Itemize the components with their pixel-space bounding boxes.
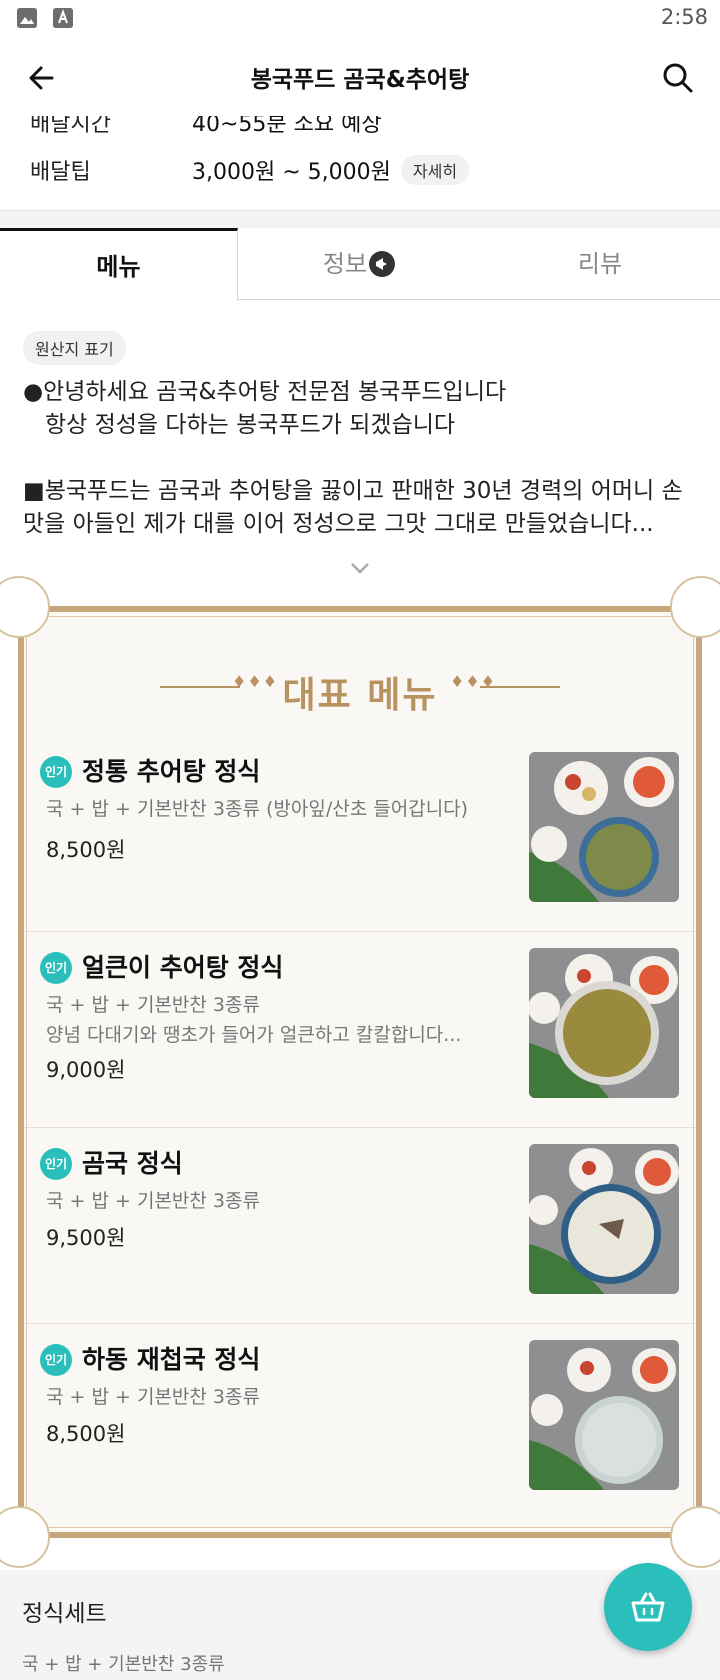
- delivery-tip-detail-button[interactable]: 자세히: [400, 155, 470, 185]
- notice-line: ●안녕하세요 곰국&추어탕 전문점 봉국푸드입니다: [23, 379, 507, 405]
- notice-line: ■봉국푸드는 곰국과 추어탕을 끓이고 판매한 30년 경력의 어머니 손: [23, 478, 683, 504]
- tab-info-label: 정보: [322, 250, 368, 278]
- popular-badge: 인기: [40, 952, 72, 984]
- menu-item-photo[interactable]: [529, 1144, 679, 1294]
- origin-label-button[interactable]: 원산지 표기: [23, 331, 126, 365]
- store-tabs: 메뉴 정보 리뷰: [0, 228, 720, 301]
- menu-item-desc-line: 국 + 밥 + 기본반찬 3종류 (방아잎/산초 들어갑니다): [46, 798, 469, 820]
- menu-item-name: 하동 재첩국 정식: [82, 1345, 261, 1374]
- menu-item-price: 9,000원: [46, 1058, 126, 1082]
- soup-fill: [582, 1403, 656, 1477]
- search-button[interactable]: [658, 58, 698, 98]
- notice-line: 항상 정성을 다하는 봉국푸드가 되겠습니다: [23, 412, 456, 438]
- tab-menu-label: 메뉴: [96, 253, 141, 281]
- store-info: 배달시간 40~55분 소요 예상 배달팁 3,000원 ~ 5,000원 자세히: [0, 116, 720, 210]
- text-a-icon: [53, 8, 73, 28]
- ornament-line: [480, 686, 560, 688]
- menu-item[interactable]: 인기 정통 추어탕 정식 국 + 밥 + 기본반찬 3종류 (방아잎/산초 들어…: [24, 736, 696, 932]
- status-bar: 2:58: [0, 0, 720, 38]
- delivery-tip-value-wrap: 3,000원 ~ 5,000원 자세히: [192, 154, 470, 186]
- set-menu-desc: 국 + 밥 + 기본반찬 3종류: [22, 1654, 225, 1675]
- menu-item-name: 얼큰이 추어탕 정식: [82, 953, 284, 982]
- menu-item-photo[interactable]: [529, 752, 679, 902]
- menu-item[interactable]: 인기 곰국 정식 국 + 밥 + 기본반찬 3종류 9,500원: [24, 1128, 696, 1324]
- diamond-ornament: ♦♦♦: [450, 672, 497, 691]
- menu-item-photo[interactable]: [529, 1340, 679, 1490]
- menu-item-desc: 국 + 밥 + 기본반찬 3종류 양념 다대기와 땡초가 들어가 얼큰하고 칼칼…: [46, 990, 476, 1050]
- notice-line: 맛을 아들인 제가 대를 이어 정성으로 그맛 그대로 만들었습니다...: [23, 511, 654, 537]
- search-icon: [663, 63, 693, 93]
- tab-reviews[interactable]: 리뷰: [480, 228, 720, 300]
- app-bar: 봉국푸드 곰국&추어탕: [0, 38, 720, 116]
- menu-item-desc: 국 + 밥 + 기본반찬 3종류: [46, 1186, 476, 1216]
- menu-item-desc-line: 국 + 밥 + 기본반찬 3종류: [46, 1386, 260, 1408]
- delivery-time-label: 배달시간: [30, 116, 111, 137]
- soup-fill: [586, 824, 652, 890]
- cart-button[interactable]: [604, 1563, 692, 1651]
- set-menu-title: 정식세트: [22, 1601, 107, 1627]
- featured-menu-header: ♦♦♦ 대표 메뉴 ♦♦♦: [18, 662, 702, 716]
- menu-item[interactable]: 인기 얼큰이 추어탕 정식 국 + 밥 + 기본반찬 3종류 양념 다대기와 땡…: [24, 932, 696, 1128]
- delivery-tip-label: 배달팁: [30, 160, 91, 185]
- menu-item-photo[interactable]: [529, 948, 679, 1098]
- menu-item-desc: 국 + 밥 + 기본반찬 3종류: [46, 1382, 476, 1412]
- menu-item-price: 8,500원: [46, 1422, 126, 1446]
- expand-notice-button[interactable]: [348, 560, 372, 576]
- tab-reviews-label: 리뷰: [577, 250, 623, 278]
- popular-badge: 인기: [40, 1148, 72, 1180]
- menu-item-name: 정통 추어탕 정식: [82, 757, 261, 786]
- menu-item-price: 8,500원: [46, 838, 126, 862]
- menu-item-name: 곰국 정식: [82, 1149, 183, 1178]
- menu-item-desc: 국 + 밥 + 기본반찬 3종류 (방아잎/산초 들어갑니다): [46, 794, 476, 824]
- status-time: 2:58: [660, 5, 708, 29]
- store-notice: ●안녕하세요 곰국&추어탕 전문점 봉국푸드입니다 항상 정성을 다하는 봉국푸…: [23, 376, 703, 541]
- chevron-down-icon: [351, 563, 369, 574]
- soup-fill: [563, 989, 651, 1077]
- soup-fill: [568, 1191, 654, 1277]
- delivery-time-value: 40~55분 소요 예상: [192, 116, 382, 137]
- menu-item[interactable]: 인기 하동 재첩국 정식 국 + 밥 + 기본반찬 3종류 8,500원: [24, 1324, 696, 1520]
- featured-menu: ♦♦♦ 대표 메뉴 ♦♦♦ 인기 정통 추어탕 정식 국 + 밥 + 기본반찬 …: [0, 576, 720, 1568]
- notice-line: [23, 442, 703, 475]
- image-icon: [17, 8, 37, 28]
- tab-info[interactable]: 정보: [238, 228, 480, 300]
- menu-item-desc-line: 국 + 밥 + 기본반찬 3종류: [46, 1190, 260, 1212]
- megaphone-icon: [369, 251, 396, 277]
- section-divider: [0, 210, 720, 228]
- tab-menu[interactable]: 메뉴: [0, 228, 238, 301]
- menu-item-price: 9,500원: [46, 1226, 126, 1250]
- menu-item-desc-line: 양념 다대기와 땡초가 들어가 얼큰하고 칼칼합니다...: [46, 1024, 462, 1046]
- popular-badge: 인기: [40, 1344, 72, 1376]
- menu-item-desc-line: 국 + 밥 + 기본반찬 3종류: [46, 994, 260, 1016]
- popular-badge: 인기: [40, 756, 72, 788]
- delivery-tip-value: 3,000원 ~ 5,000원: [192, 160, 391, 185]
- featured-menu-title: 대표 메뉴: [282, 675, 438, 716]
- basket-icon: [631, 1592, 665, 1622]
- page-title: 봉국푸드 곰국&추어탕: [250, 67, 470, 93]
